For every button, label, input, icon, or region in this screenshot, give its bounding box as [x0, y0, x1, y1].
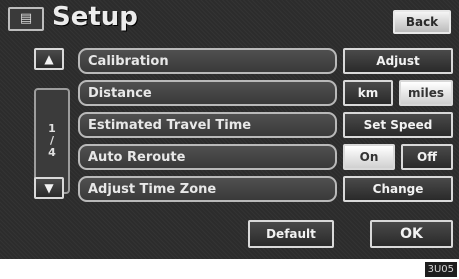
row-label: Estimated Travel Time [88, 117, 252, 133]
row-label: Calibration [88, 53, 169, 69]
row-auto-reroute: Auto Reroute [78, 144, 337, 170]
row-calibration: Calibration [78, 48, 337, 74]
time-zone-change-button[interactable]: Change [343, 176, 453, 202]
arrow-down-icon[interactable]: ▼ [34, 177, 64, 199]
auto-reroute-off-button[interactable]: Off [401, 144, 453, 170]
image-code-label: 3U05 [424, 262, 457, 277]
row-adjust-time-zone: Adjust Time Zone [78, 176, 337, 202]
ok-button[interactable]: OK [370, 220, 453, 248]
arrow-up-icon[interactable]: ▲ [34, 48, 64, 70]
page-title: Setup [52, 2, 138, 32]
menu-list-icon: ▤ [8, 7, 44, 31]
row-label: Auto Reroute [88, 149, 186, 165]
setup-screen: ▤ Setup Back ▲ 1 / 4 ▼ Calibration Dista… [0, 0, 459, 279]
row-estimated-travel-time: Estimated Travel Time [78, 112, 337, 138]
auto-reroute-on-button[interactable]: On [343, 144, 395, 170]
default-button[interactable]: Default [248, 220, 334, 248]
row-label: Adjust Time Zone [88, 181, 217, 197]
distance-km-button[interactable]: km [343, 80, 393, 106]
distance-miles-button[interactable]: miles [399, 80, 453, 106]
page-total: 4 [48, 146, 56, 159]
row-label: Distance [88, 85, 152, 101]
set-speed-button[interactable]: Set Speed [343, 112, 453, 138]
bottom-margin [0, 259, 459, 279]
back-button[interactable]: Back [393, 10, 451, 34]
row-distance: Distance [78, 80, 337, 106]
calibration-adjust-button[interactable]: Adjust [343, 48, 453, 74]
